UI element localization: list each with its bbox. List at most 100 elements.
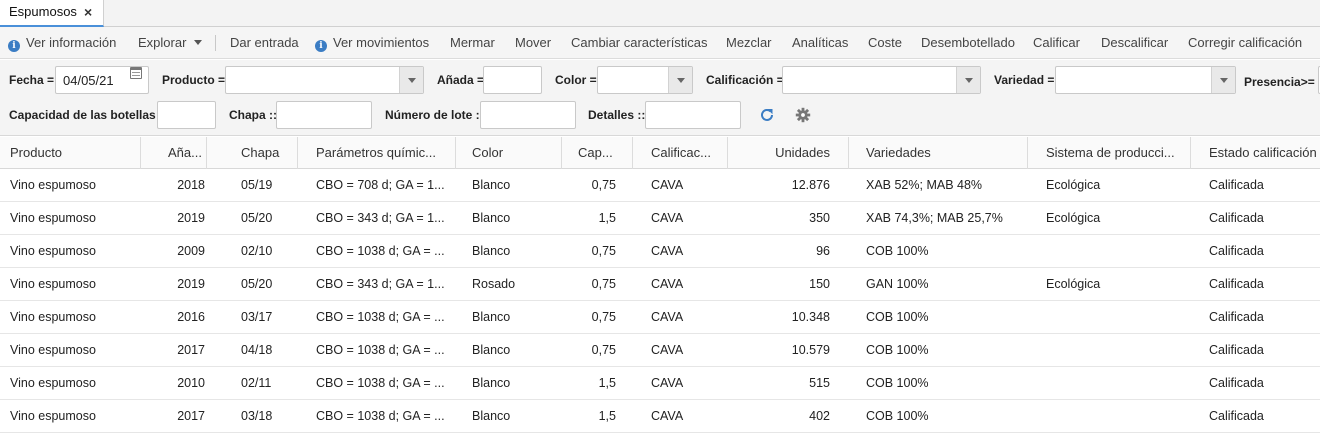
info-icon: i xyxy=(8,40,20,52)
header-anada[interactable]: Aña... xyxy=(168,137,203,169)
table-row[interactable]: Vino espumoso 2017 03/18 CBO = 1038 d; GA =… xyxy=(0,400,1320,433)
cell-calificacion: CAVA xyxy=(651,277,684,291)
header-capacidad[interactable]: Cap... xyxy=(578,137,618,169)
corregir-calificacion-button[interactable]: Corregir calificación xyxy=(1188,27,1302,59)
header-unidades[interactable]: Unidades xyxy=(730,137,830,169)
header-parametros[interactable]: Parámetros químic... xyxy=(316,137,451,169)
column-divider[interactable] xyxy=(632,137,633,169)
table-row[interactable]: Vino espumoso 2016 03/17 CBO = 1038 d; GA =… xyxy=(0,301,1320,334)
explorar-dropdown[interactable]: Explorar xyxy=(138,27,203,59)
ver-informacion-button[interactable]: i Ver información xyxy=(8,27,116,59)
cell-parametros: CBO = 343 d; GA = 1... xyxy=(316,211,445,225)
cell-calificacion: CAVA xyxy=(651,178,684,192)
column-divider[interactable] xyxy=(848,137,849,169)
column-divider[interactable] xyxy=(561,137,562,169)
header-chapa[interactable]: Chapa xyxy=(241,137,296,169)
tab-bar: Espumosos × xyxy=(0,0,1320,27)
analiticas-button[interactable]: Analíticas xyxy=(792,27,848,59)
cell-calificacion: CAVA xyxy=(651,310,684,324)
table-row[interactable]: Vino espumoso 2017 04/18 CBO = 1038 d; GA =… xyxy=(0,334,1320,367)
cell-producto: Vino espumoso xyxy=(10,211,96,225)
cell-variedades: COB 100% xyxy=(866,343,929,357)
header-estado[interactable]: Estado calificación xyxy=(1209,137,1319,169)
cell-anada: 2017 xyxy=(177,343,205,357)
calificacion-select[interactable] xyxy=(782,66,981,94)
cell-capacidad: 0,75 xyxy=(591,244,616,258)
cell-variedades: GAN 100% xyxy=(866,277,929,291)
lote-input[interactable] xyxy=(480,101,576,129)
gear-icon[interactable] xyxy=(795,107,811,123)
detalles-label: Detalles :: xyxy=(588,108,646,122)
header-producto[interactable]: Producto xyxy=(10,137,140,169)
cell-unidades: 350 xyxy=(809,211,830,225)
header-calificacion[interactable]: Calificac... xyxy=(651,137,721,169)
table-row[interactable]: Vino espumoso 2009 02/10 CBO = 1038 d; GA =… xyxy=(0,235,1320,268)
column-divider[interactable] xyxy=(1190,137,1191,169)
table-header: Producto Aña... Chapa Parámetros químic... C… xyxy=(0,137,1320,169)
capacidad-input[interactable] xyxy=(157,101,216,129)
anada-input[interactable] xyxy=(483,66,542,94)
cell-calificacion: CAVA xyxy=(651,211,684,225)
table-row[interactable]: Vino espumoso 2018 05/19 CBO = 708 d; GA = … xyxy=(0,169,1320,202)
mezclar-button[interactable]: Mezclar xyxy=(726,27,772,59)
cell-parametros: CBO = 1038 d; GA = ... xyxy=(316,310,445,324)
cell-variedades: COB 100% xyxy=(866,244,929,258)
variedad-select[interactable] xyxy=(1055,66,1236,94)
cell-variedades: XAB 52%; MAB 48% xyxy=(866,178,983,192)
cell-variedades: COB 100% xyxy=(866,376,929,390)
column-divider[interactable] xyxy=(206,137,207,169)
chevron-down-icon[interactable] xyxy=(1211,67,1235,93)
calendar-icon[interactable] xyxy=(130,67,142,79)
column-divider[interactable] xyxy=(297,137,298,169)
cell-sistema xyxy=(1046,235,1186,267)
ver-movimientos-button[interactable]: i Ver movimientos xyxy=(315,27,429,59)
cell-capacidad: 0,75 xyxy=(591,343,616,357)
column-divider[interactable] xyxy=(140,137,141,169)
dar-entrada-button[interactable]: Dar entrada xyxy=(230,27,299,59)
cell-sistema xyxy=(1046,334,1186,366)
table-row[interactable]: Vino espumoso 2010 02/11 CBO = 1038 d; GA =… xyxy=(0,367,1320,400)
cambiar-caracteristicas-button[interactable]: Cambiar características xyxy=(571,27,708,59)
tab-espumosos[interactable]: Espumosos × xyxy=(0,0,104,27)
header-color[interactable]: Color xyxy=(472,137,552,169)
table-row[interactable]: Vino espumoso 2019 05/20 CBO = 343 d; GA = … xyxy=(0,202,1320,235)
cell-anada: 2016 xyxy=(177,310,205,324)
cell-sistema xyxy=(1046,400,1186,432)
cell-chapa: 05/19 xyxy=(241,178,273,192)
column-divider[interactable] xyxy=(455,137,456,169)
mermar-button[interactable]: Mermar xyxy=(450,27,495,59)
cell-parametros: CBO = 1038 d; GA = ... xyxy=(316,343,445,357)
detalles-input[interactable] xyxy=(645,101,741,129)
cell-sistema xyxy=(1046,367,1186,399)
column-divider[interactable] xyxy=(727,137,728,169)
cell-producto: Vino espumoso xyxy=(10,277,96,291)
producto-label: Producto = xyxy=(162,73,226,87)
cell-estado: Calificada xyxy=(1209,178,1264,192)
descalificar-button[interactable]: Descalificar xyxy=(1101,27,1168,59)
refresh-icon[interactable] xyxy=(759,107,775,123)
color-select[interactable] xyxy=(597,66,693,94)
lote-label: Número de lote :: xyxy=(385,108,484,122)
calificar-button[interactable]: Calificar xyxy=(1033,27,1080,59)
toolbar-divider xyxy=(215,35,216,51)
column-divider[interactable] xyxy=(1027,137,1028,169)
cell-anada: 2019 xyxy=(177,211,205,225)
cell-variedades: COB 100% xyxy=(866,409,929,423)
filter-panel: Fecha = Producto = Añada = Color = Calif… xyxy=(0,60,1320,136)
chevron-down-icon[interactable] xyxy=(956,67,980,93)
cell-unidades: 10.579 xyxy=(791,343,830,357)
desembotellado-button[interactable]: Desembotellado xyxy=(921,27,1015,59)
coste-button[interactable]: Coste xyxy=(868,27,902,59)
anada-label: Añada = xyxy=(437,73,485,87)
chevron-down-icon[interactable] xyxy=(399,67,423,93)
chevron-down-icon[interactable] xyxy=(668,67,692,93)
mover-button[interactable]: Mover xyxy=(515,27,551,59)
header-variedades[interactable]: Variedades xyxy=(866,137,1026,169)
close-icon[interactable]: × xyxy=(84,0,92,24)
table-row[interactable]: Vino espumoso 2019 05/20 CBO = 343 d; GA = … xyxy=(0,268,1320,301)
producto-select[interactable] xyxy=(225,66,424,94)
cell-sistema xyxy=(1046,301,1186,333)
header-sistema[interactable]: Sistema de producci... xyxy=(1046,137,1186,169)
cell-calificacion: CAVA xyxy=(651,244,684,258)
chapa-input[interactable] xyxy=(276,101,372,129)
